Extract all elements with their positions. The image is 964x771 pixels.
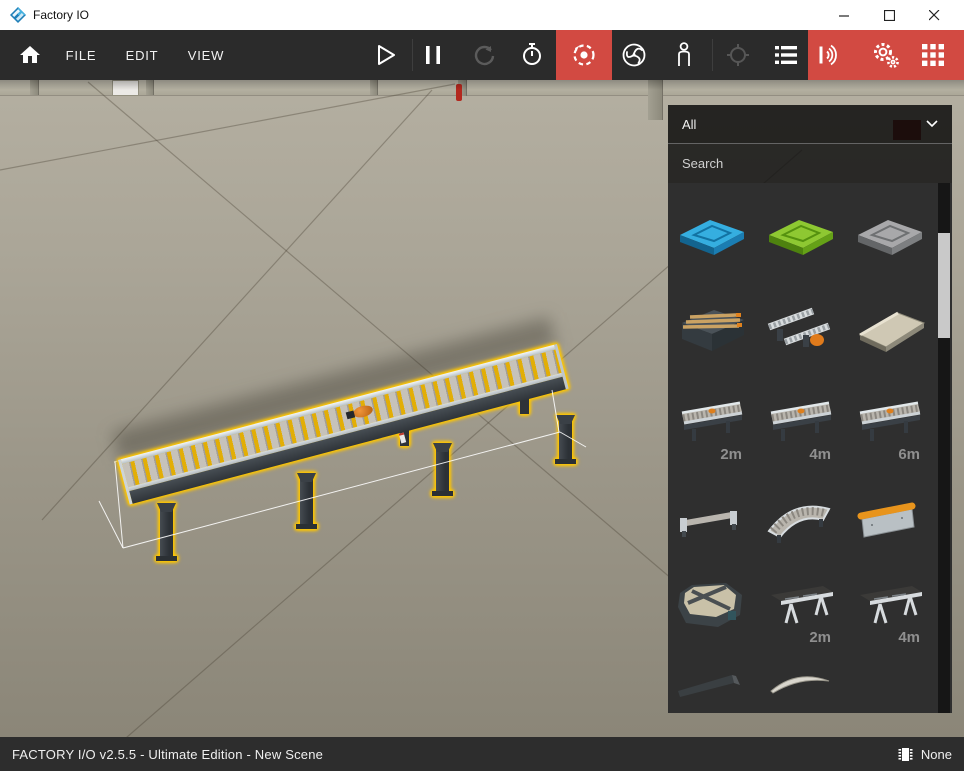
minimize-button[interactable] bbox=[822, 0, 867, 30]
part-palette-button[interactable] bbox=[914, 30, 952, 80]
home-button[interactable] bbox=[10, 30, 50, 80]
palette-roller-stop[interactable] bbox=[759, 295, 843, 387]
titlebar: Factory IO bbox=[0, 0, 964, 31]
chain-transfer-icon bbox=[670, 295, 754, 361]
toolbar-separator bbox=[412, 39, 413, 71]
conveyor-leg bbox=[559, 417, 572, 460]
palette-item-base-gray[interactable] bbox=[848, 201, 932, 293]
roller-conveyor-icon bbox=[670, 388, 754, 454]
conveyor-leg bbox=[300, 475, 313, 525]
time-scale-button[interactable] bbox=[516, 30, 548, 80]
driver-status[interactable]: None bbox=[921, 747, 952, 762]
window-title: Factory IO bbox=[33, 8, 89, 22]
pause-icon bbox=[424, 44, 442, 66]
grid-icon bbox=[920, 42, 946, 68]
status-text: FACTORY I/O v2.5.5 - Ultimate Edition - … bbox=[12, 747, 323, 762]
driver-settings-button[interactable] bbox=[866, 30, 906, 80]
gray-pallet-icon bbox=[848, 201, 932, 267]
play-button[interactable] bbox=[366, 30, 404, 80]
conveyor-leg bbox=[160, 505, 173, 557]
curved-guide-icon bbox=[759, 663, 843, 713]
chevron-down-icon bbox=[926, 120, 938, 128]
palette-item-label: 2m bbox=[720, 446, 742, 463]
roller-conveyor-icon bbox=[848, 388, 932, 454]
palette-single-roller[interactable] bbox=[670, 485, 754, 577]
parts-filter-dropdown[interactable]: All bbox=[668, 105, 952, 143]
palette-item-label: 4m bbox=[809, 446, 831, 463]
orbit-camera-button[interactable] bbox=[556, 30, 612, 80]
palette-turntable[interactable] bbox=[670, 571, 754, 663]
conveyor-leg bbox=[436, 445, 449, 492]
person-icon bbox=[672, 40, 696, 70]
parts-grid: 2m 4m bbox=[668, 183, 952, 713]
palette-chute[interactable] bbox=[848, 295, 932, 387]
belt-conveyor-icon bbox=[759, 571, 843, 637]
list-icon bbox=[773, 43, 799, 67]
conveyor-deck bbox=[118, 344, 569, 504]
palette-roller-conveyor-6m[interactable]: 6m bbox=[848, 388, 932, 480]
turntable-icon bbox=[670, 571, 754, 637]
palette-item-label: 2m bbox=[809, 629, 831, 646]
first-person-camera-button[interactable] bbox=[662, 30, 706, 80]
roller-stop-icon bbox=[759, 295, 843, 361]
sensor-wave-icon bbox=[816, 42, 846, 68]
search-input[interactable] bbox=[668, 155, 924, 172]
belt-conveyor-icon bbox=[848, 571, 932, 637]
gears-icon bbox=[870, 40, 902, 70]
palette-roller-conveyor-2m[interactable]: 2m bbox=[670, 388, 754, 480]
reset-button[interactable] bbox=[468, 30, 500, 80]
palette-belt-conveyor-4m[interactable]: 4m bbox=[848, 571, 932, 663]
close-button[interactable] bbox=[912, 0, 957, 30]
status-bar: FACTORY I/O v2.5.5 - Ultimate Edition - … bbox=[0, 737, 964, 771]
palette-chain-transfer[interactable] bbox=[670, 295, 754, 387]
palette-item-base-green[interactable] bbox=[759, 201, 843, 293]
maximize-button[interactable] bbox=[867, 0, 912, 30]
palette-item-base-blue[interactable] bbox=[670, 201, 754, 293]
roller-conveyor-icon bbox=[759, 388, 843, 454]
toolbar-separator bbox=[712, 39, 713, 71]
blue-pallet-icon bbox=[670, 201, 754, 267]
app-logo-icon bbox=[9, 6, 27, 24]
menu-view[interactable]: VIEW bbox=[183, 30, 229, 80]
reset-icon bbox=[471, 42, 497, 68]
driver-chip-icon bbox=[897, 746, 914, 763]
menu-file[interactable]: FILE bbox=[58, 30, 104, 80]
stopwatch-icon bbox=[519, 41, 545, 69]
parts-panel: All bbox=[668, 105, 952, 713]
main-toolbar: FILE EDIT VIEW bbox=[0, 30, 964, 80]
palette-item-label: 6m bbox=[898, 446, 920, 463]
fly-camera-icon bbox=[620, 41, 648, 69]
panel-scrollbar-thumb[interactable] bbox=[938, 233, 950, 338]
green-pallet-icon bbox=[759, 201, 843, 267]
factory-io-window: Factory IO FILE EDIT VIEW bbox=[0, 0, 964, 771]
crosshair-icon bbox=[724, 41, 752, 69]
tag-list-button[interactable] bbox=[768, 30, 804, 80]
io-points-button[interactable] bbox=[812, 30, 850, 80]
fly-camera-button[interactable] bbox=[612, 30, 656, 80]
conveyor-rollers bbox=[122, 350, 561, 488]
parts-filter-value: All bbox=[682, 117, 696, 132]
play-icon bbox=[373, 43, 397, 67]
chute-icon bbox=[848, 295, 932, 361]
ramp-icon bbox=[670, 663, 754, 713]
focus-selection-button[interactable] bbox=[720, 30, 756, 80]
home-icon bbox=[18, 44, 42, 66]
toolbar-drop-shadow bbox=[0, 80, 964, 90]
curved-conveyor-icon bbox=[759, 485, 843, 551]
palette-roller-conveyor-4m[interactable]: 4m bbox=[759, 388, 843, 480]
palette-end-stop[interactable] bbox=[848, 485, 932, 577]
palette-curved-roller-conveyor[interactable] bbox=[759, 485, 843, 577]
selected-roller-conveyor[interactable] bbox=[100, 330, 600, 570]
menu-edit[interactable]: EDIT bbox=[119, 30, 165, 80]
palette-belt-conveyor-2m[interactable]: 2m bbox=[759, 571, 843, 663]
pause-button[interactable] bbox=[418, 30, 448, 80]
palette-item-label: 4m bbox=[898, 629, 920, 646]
palette-curved-guide[interactable] bbox=[759, 663, 843, 713]
palette-ramp[interactable] bbox=[670, 663, 754, 713]
search-box bbox=[668, 144, 952, 183]
single-roller-icon bbox=[670, 485, 754, 551]
end-stop-icon bbox=[848, 485, 932, 551]
orbit-camera-icon bbox=[556, 30, 612, 80]
